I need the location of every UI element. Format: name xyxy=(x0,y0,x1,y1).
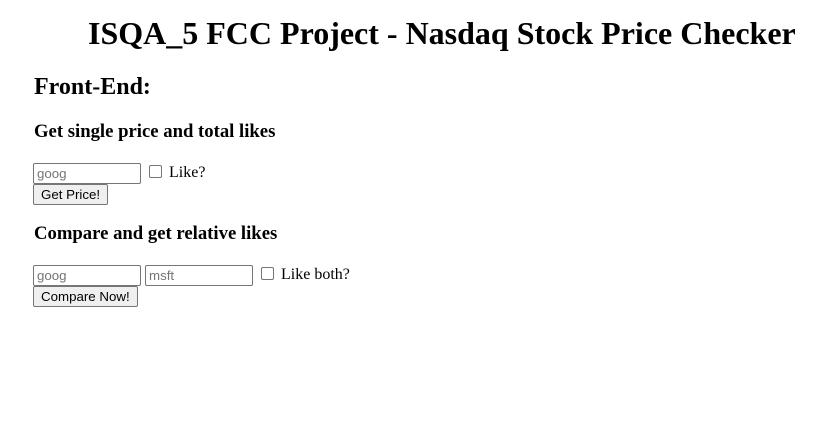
compare-stock2-input[interactable] xyxy=(145,265,253,286)
front-end-heading: Front-End: xyxy=(34,74,151,100)
single-like-checkbox[interactable] xyxy=(149,165,162,178)
compare-stock1-input[interactable] xyxy=(33,265,141,286)
compare-like-label: Like both? xyxy=(281,266,350,283)
compare-heading: Compare and get relative likes xyxy=(34,223,278,244)
single-stock-input[interactable] xyxy=(33,163,141,184)
compare-now-button[interactable]: Compare Now! xyxy=(33,286,138,307)
page-title: ISQA_5 FCC Project - Nasdaq Stock Price … xyxy=(88,15,796,51)
compare-like-checkbox[interactable] xyxy=(261,267,274,280)
single-price-heading: Get single price and total likes xyxy=(34,121,276,142)
single-like-label: Like? xyxy=(169,164,206,181)
get-price-button[interactable]: Get Price! xyxy=(33,184,109,205)
page: ISQA_5 FCC Project - Nasdaq Stock Price … xyxy=(0,0,819,436)
